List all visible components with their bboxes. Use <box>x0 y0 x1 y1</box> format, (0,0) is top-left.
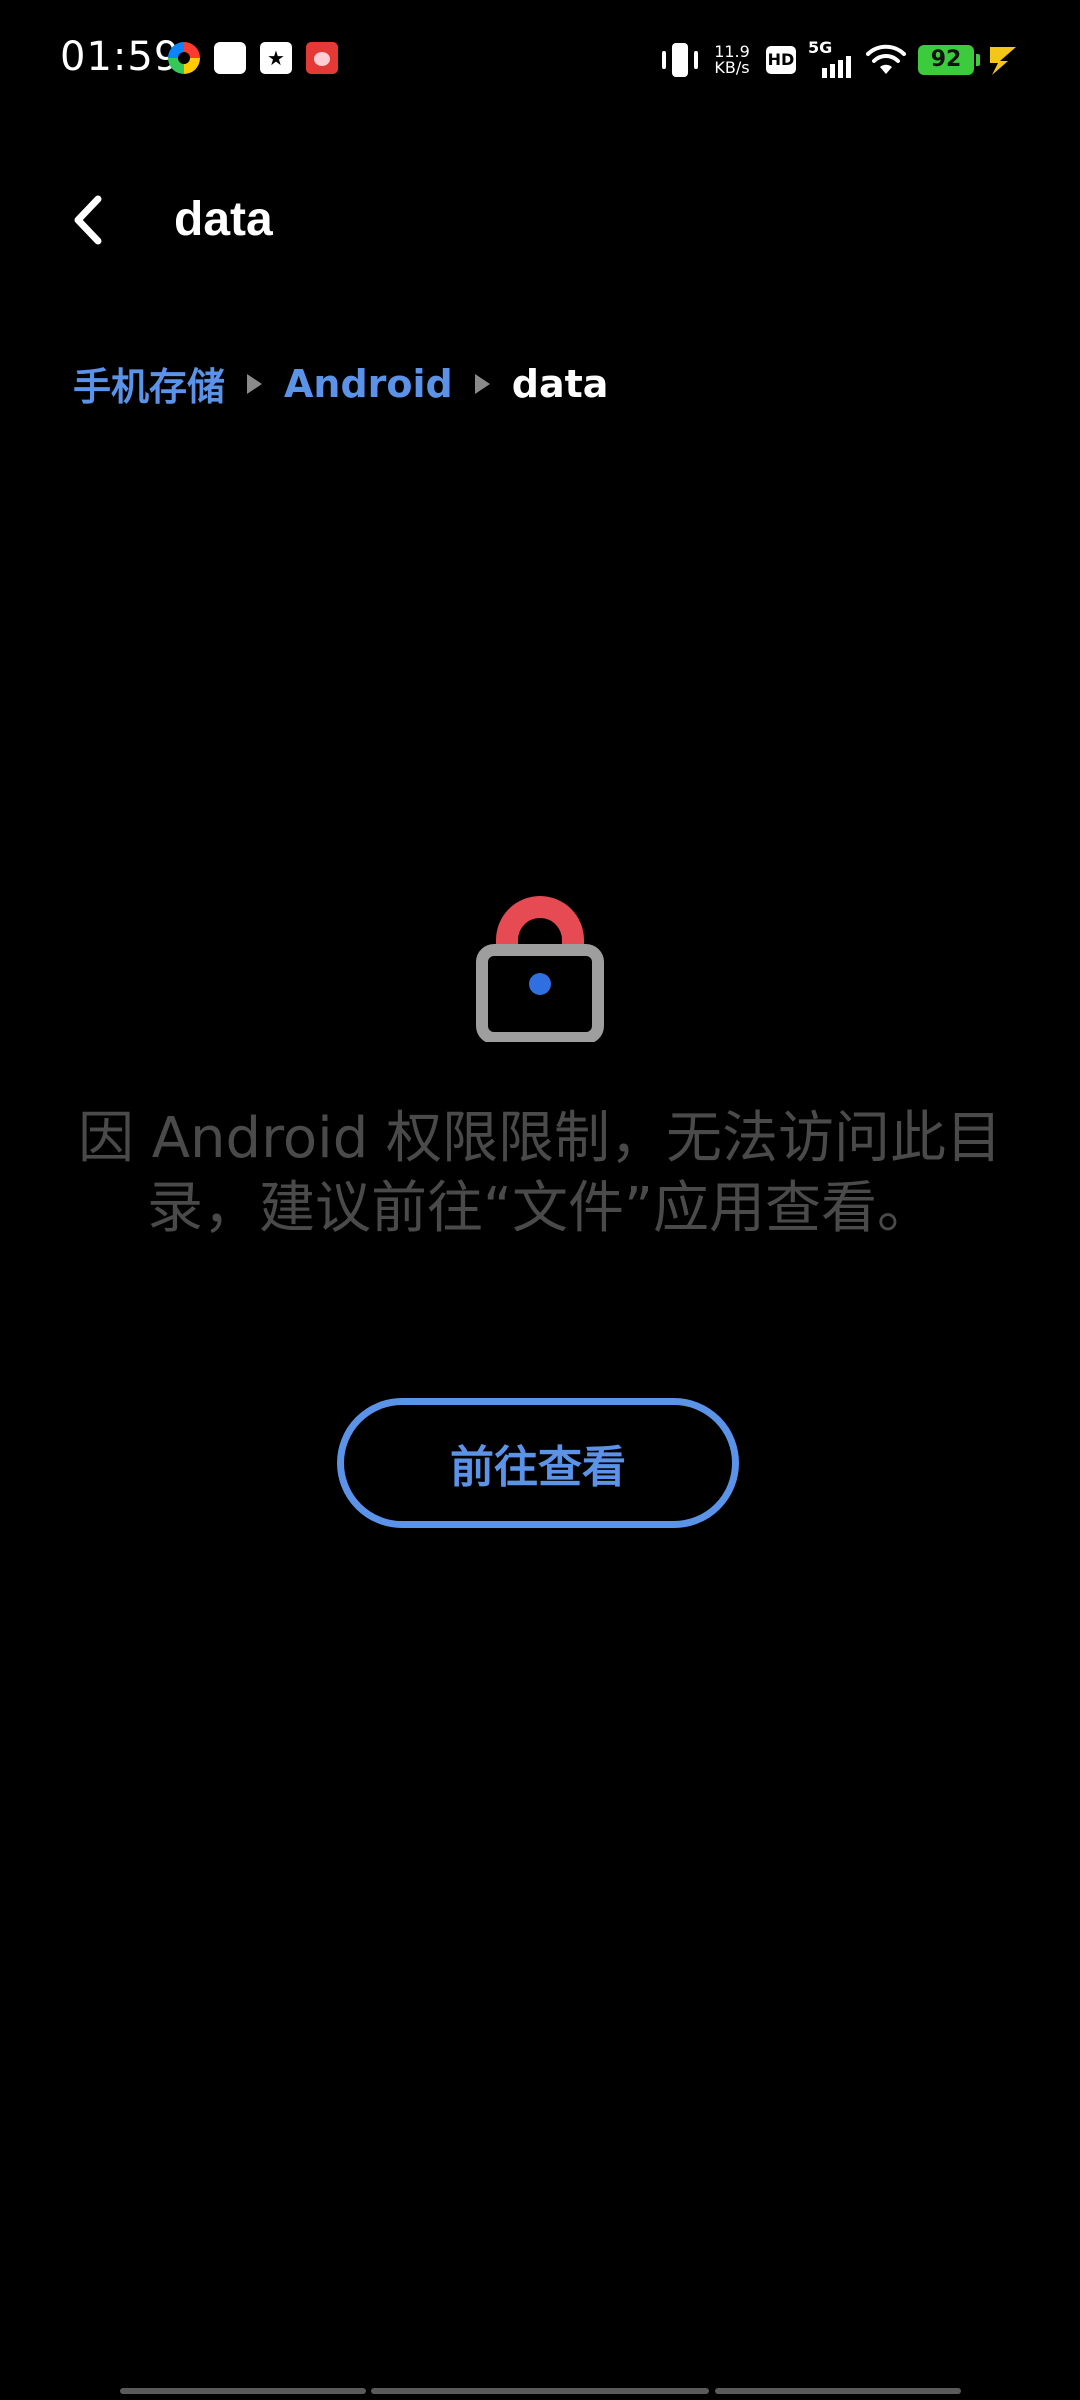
page-title: data <box>174 193 273 246</box>
cellular-signal-icon: 5G <box>808 38 854 78</box>
status-right-group: 11.9 KB/s HD 5G 92 <box>662 36 1020 84</box>
network-speed: 11.9 KB/s <box>710 44 754 76</box>
charging-bolt-icon <box>990 47 1016 75</box>
breadcrumb-item-android[interactable]: Android <box>284 362 453 406</box>
breadcrumb-item-phone-storage[interactable]: 手机存储 <box>73 356 225 411</box>
nav-indicator-right <box>715 2388 961 2394</box>
breadcrumb-separator-icon <box>247 373 263 394</box>
nav-indicator-left <box>120 2388 366 2394</box>
go-view-button[interactable]: 前往查看 <box>337 1398 739 1528</box>
chevron-left-icon <box>74 195 102 245</box>
lock-icon <box>476 896 604 1042</box>
status-bar: 01:59 ★ 11.9 KB/s HD 5G 92 <box>0 0 1080 120</box>
vibrate-icon <box>662 43 698 77</box>
breadcrumb-separator-icon <box>474 373 490 394</box>
star-message-icon: ★ <box>260 42 292 74</box>
red-app-icon <box>306 42 338 74</box>
notification-icons: ★ <box>168 42 338 74</box>
network-speed-unit: KB/s <box>714 58 750 77</box>
breadcrumb-item-data: data <box>511 361 609 406</box>
permission-message: 因 Android 权限限制，无法访问此目录，建议前往“文件”应用查看。 <box>77 1106 1003 1241</box>
back-button[interactable] <box>56 188 120 252</box>
battery-icon: 92 <box>918 45 980 75</box>
network-type-label: 5G <box>808 38 833 57</box>
breadcrumb: 手机存储 Android data <box>73 356 608 411</box>
white-square-icon <box>214 42 246 74</box>
wifi-icon <box>866 44 906 74</box>
hd-icon: HD <box>766 46 796 74</box>
colorful-app-icon <box>168 42 200 74</box>
status-time: 01:59 <box>60 34 181 80</box>
nav-indicator-center <box>371 2388 709 2394</box>
